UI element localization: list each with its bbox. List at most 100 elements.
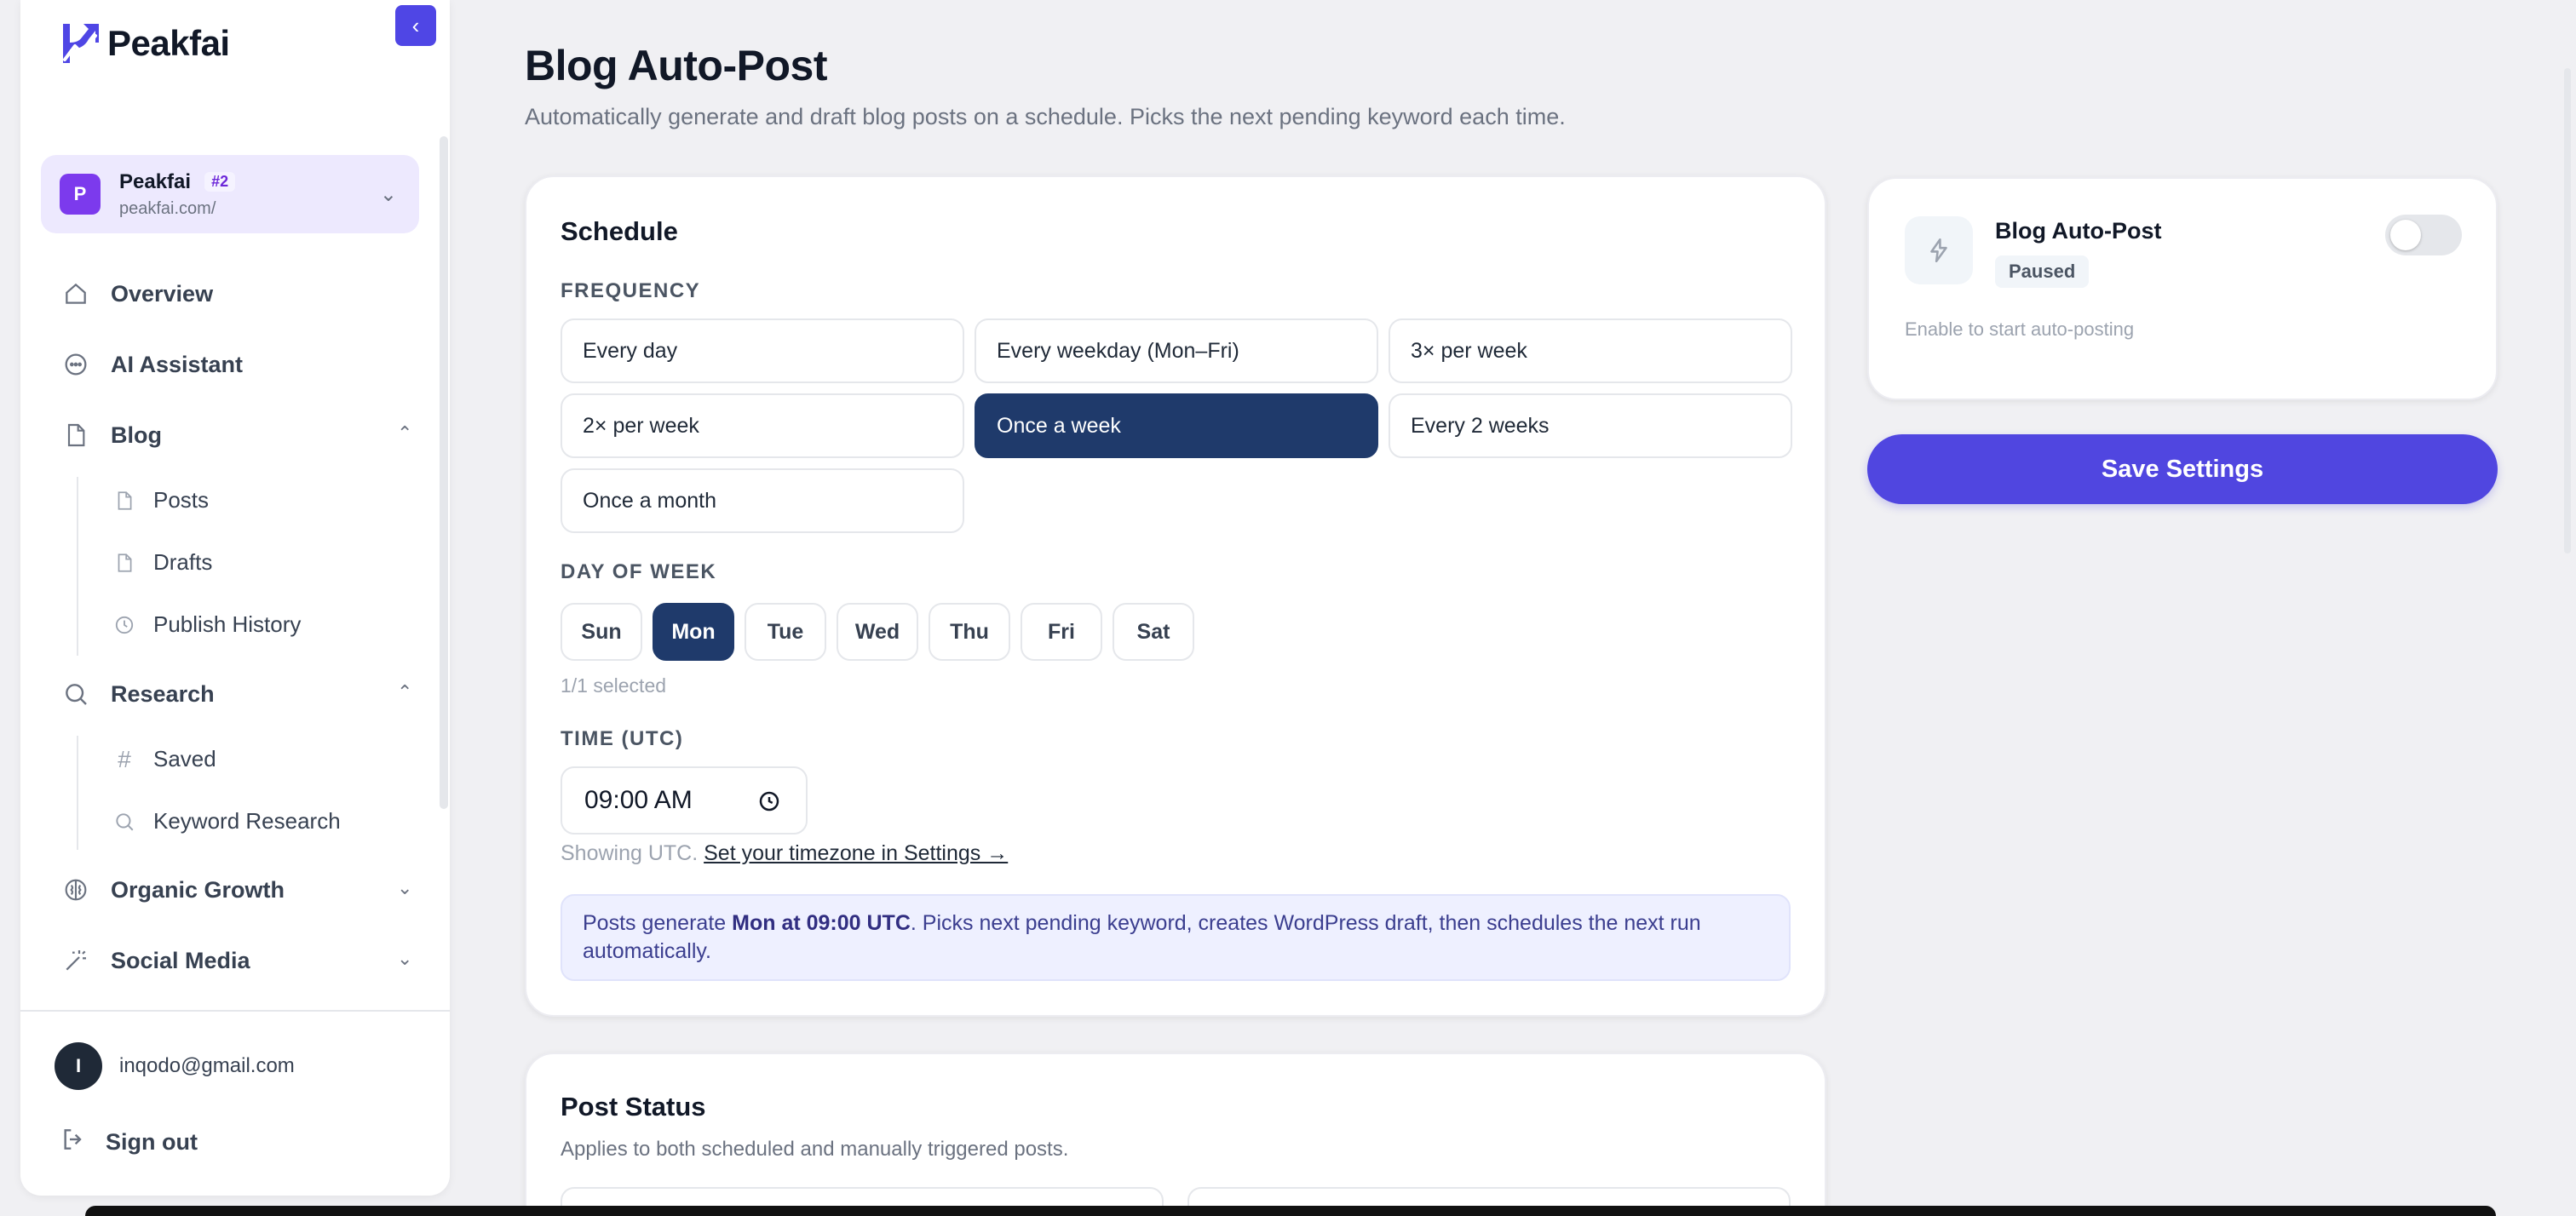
frequency-option-2x-week[interactable]: 2× per week bbox=[561, 393, 964, 458]
frequency-option-every-day[interactable]: Every day bbox=[561, 318, 964, 383]
chevron-up-icon[interactable]: ⌃ bbox=[397, 681, 412, 703]
sidebar-item-organic-growth[interactable]: Organic Growth bbox=[61, 875, 285, 904]
blog-subnav-rail bbox=[77, 477, 78, 656]
doc-file-icon bbox=[112, 489, 136, 513]
frequency-option-once-month[interactable]: Once a month bbox=[561, 468, 964, 533]
autopost-hint: Enable to start auto-posting bbox=[1905, 318, 2135, 340]
sidebar-item-ai-assistant[interactable]: AI Assistant bbox=[61, 350, 243, 379]
sidebar-item-label: Posts bbox=[153, 487, 210, 513]
timezone-note: Showing UTC. Set your timezone in Settin… bbox=[561, 841, 1008, 866]
day-button-tue[interactable]: Tue bbox=[745, 603, 826, 661]
research-subnav-rail bbox=[77, 736, 78, 850]
schedule-title: Schedule bbox=[561, 216, 678, 246]
search-icon bbox=[112, 810, 136, 834]
sidebar-item-label: Social Media bbox=[111, 947, 250, 973]
toggle-knob bbox=[2390, 220, 2421, 250]
search-icon bbox=[61, 680, 90, 708]
user-account[interactable]: I inqodo@gmail.com bbox=[55, 1042, 295, 1090]
sidebar-item-label: Publish History bbox=[153, 611, 302, 637]
project-url: peakfai.com/ bbox=[119, 198, 216, 218]
schedule-summary: Posts generate Mon at 09:00 UTC. Picks n… bbox=[561, 894, 1791, 981]
collapse-sidebar-button[interactable]: ‹ bbox=[395, 5, 436, 46]
clock-icon[interactable] bbox=[756, 789, 782, 814]
sidebar-item-label: Drafts bbox=[153, 549, 213, 575]
clock-icon bbox=[112, 613, 136, 637]
post-status-title: Post Status bbox=[561, 1092, 706, 1121]
autopost-toggle-card: Blog Auto-Post Paused Enable to start au… bbox=[1867, 177, 2498, 400]
brand[interactable]: Peakfai bbox=[58, 20, 230, 66]
doc-file-icon bbox=[61, 421, 90, 450]
frequency-option-3x-week[interactable]: 3× per week bbox=[1389, 318, 1792, 383]
day-button-thu[interactable]: Thu bbox=[929, 603, 1010, 661]
frequency-label: FREQUENCY bbox=[561, 279, 701, 302]
sidebar-divider bbox=[20, 1010, 450, 1012]
time-label: TIME (UTC) bbox=[561, 727, 684, 750]
window-bottom-edge bbox=[85, 1206, 2496, 1216]
sidebar-item-label: AI Assistant bbox=[111, 351, 244, 377]
day-button-wed[interactable]: Wed bbox=[837, 603, 918, 661]
sidebar-item-drafts[interactable]: Drafts bbox=[112, 549, 212, 576]
project-avatar: P bbox=[60, 174, 101, 215]
chevron-down-icon: ⌄ bbox=[379, 183, 397, 206]
save-settings-button[interactable]: Save Settings bbox=[1867, 434, 2498, 504]
time-value: 09:00 AM bbox=[584, 786, 693, 814]
sidebar-item-label: Keyword Research bbox=[153, 808, 341, 834]
status-badge: Paused bbox=[1995, 255, 2090, 288]
chevron-down-icon[interactable]: ⌄ bbox=[397, 877, 412, 899]
sidebar-item-label: Saved bbox=[153, 746, 216, 771]
page-scrollbar[interactable] bbox=[2564, 68, 2571, 554]
sidebar-scrollbar[interactable] bbox=[440, 136, 448, 809]
project-badge: #2 bbox=[204, 172, 236, 192]
sidebar-item-blog[interactable]: Blog bbox=[61, 421, 162, 450]
peakfai-logo-icon bbox=[63, 24, 99, 63]
day-button-mon[interactable]: Mon bbox=[653, 603, 734, 661]
page-subtitle: Automatically generate and draft blog po… bbox=[525, 104, 1566, 129]
user-email: inqodo@gmail.com bbox=[119, 1054, 295, 1077]
hash-icon: # bbox=[118, 745, 131, 772]
sidebar-item-publish-history[interactable]: Publish History bbox=[112, 611, 301, 638]
chevron-down-icon[interactable]: ⌄ bbox=[397, 948, 412, 970]
frequency-option-every-2-weeks[interactable]: Every 2 weeks bbox=[1389, 393, 1792, 458]
frequency-option-once-week[interactable]: Once a week bbox=[975, 393, 1378, 458]
project-name: Peakfai bbox=[119, 169, 192, 193]
day-selected-count: 1/1 selected bbox=[561, 674, 667, 697]
schedule-card: Schedule FREQUENCY Every day Every weekd… bbox=[525, 175, 1826, 1017]
sign-out-label: Sign out bbox=[106, 1129, 198, 1155]
avatar: I bbox=[55, 1042, 102, 1090]
sidebar-item-social-media[interactable]: Social Media bbox=[61, 946, 250, 975]
sidebar-item-label: Overview bbox=[111, 280, 214, 307]
autopost-title: Blog Auto-Post bbox=[1995, 218, 2162, 244]
summary-schedule-time: Mon at 09:00 UTC bbox=[732, 911, 911, 935]
time-input[interactable]: 09:00 AM bbox=[561, 766, 808, 835]
timezone-settings-link[interactable]: Set your timezone in Settings → bbox=[704, 841, 1008, 865]
sidebar-item-saved[interactable]: # Saved bbox=[112, 746, 216, 772]
day-button-fri[interactable]: Fri bbox=[1021, 603, 1102, 661]
post-status-card: Post Status Applies to both scheduled an… bbox=[525, 1053, 1826, 1216]
home-icon bbox=[61, 279, 90, 308]
brand-name: Peakfai bbox=[107, 23, 230, 63]
project-info: Peakfai #2 peakfai.com/ bbox=[119, 169, 236, 219]
sidebar-item-overview[interactable]: Overview bbox=[61, 279, 213, 308]
sidebar-item-research[interactable]: Research bbox=[61, 680, 215, 708]
chevron-up-icon[interactable]: ⌃ bbox=[397, 422, 412, 445]
sidebar-item-keyword-research[interactable]: Keyword Research bbox=[112, 808, 341, 835]
sidebar-item-label: Research bbox=[111, 680, 215, 707]
autopost-toggle[interactable] bbox=[2385, 215, 2462, 255]
sidebar-item-label: Organic Growth bbox=[111, 876, 285, 903]
sidebar-item-posts[interactable]: Posts bbox=[112, 487, 209, 513]
doc-file-icon bbox=[112, 551, 136, 575]
chat-bubble-icon bbox=[61, 350, 90, 379]
magic-wand-icon bbox=[61, 946, 90, 975]
project-switcher[interactable]: P Peakfai #2 peakfai.com/ ⌄ bbox=[41, 155, 419, 233]
frequency-option-every-weekday[interactable]: Every weekday (Mon–Fri) bbox=[975, 318, 1378, 383]
day-button-sun[interactable]: Sun bbox=[561, 603, 642, 661]
day-of-week-label: DAY OF WEEK bbox=[561, 560, 717, 583]
page-title: Blog Auto-Post bbox=[525, 42, 827, 89]
day-button-sat[interactable]: Sat bbox=[1113, 603, 1194, 661]
post-status-subtitle: Applies to both scheduled and manually t… bbox=[561, 1138, 1069, 1161]
sign-out-button[interactable]: Sign out bbox=[60, 1126, 198, 1159]
chevron-left-icon: ‹ bbox=[411, 12, 420, 38]
timezone-note-text: Showing UTC. bbox=[561, 841, 699, 865]
summary-prefix: Posts generate bbox=[583, 911, 733, 935]
sidebar-item-label: Blog bbox=[111, 422, 162, 448]
